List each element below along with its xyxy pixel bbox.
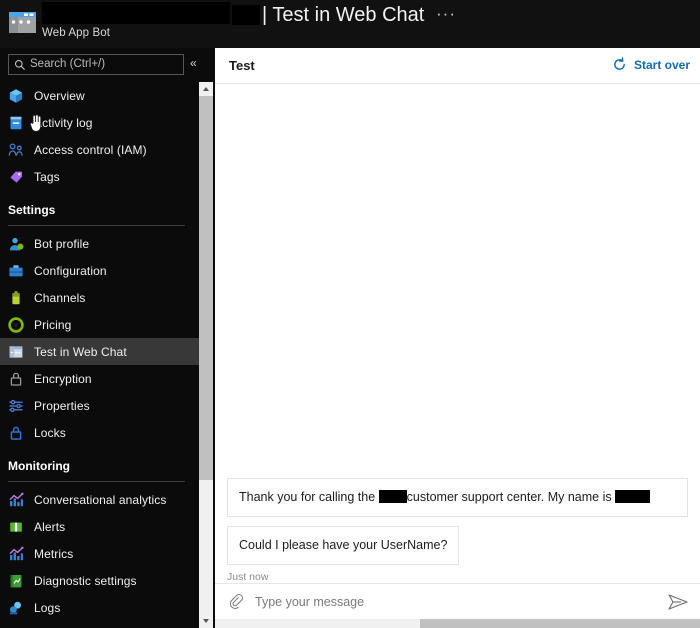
- page-title: | Test in Web Chat: [262, 4, 424, 27]
- message-timestamp: Just now: [227, 571, 269, 583]
- sidebar-item-label: Encryption: [34, 371, 92, 386]
- sidebar-group-label: Settings: [8, 203, 56, 217]
- sidebar-item-label: Tags: [34, 169, 60, 184]
- panel-title: Test: [229, 58, 255, 73]
- chat-message-bubble: Thank you for calling the customer suppo…: [227, 478, 688, 517]
- sidebar-item-label: Overview: [34, 88, 85, 103]
- sidebar-item-label: Alerts: [34, 519, 66, 534]
- message-text: Could I please have your UserName?: [239, 538, 448, 552]
- sidebar-nav-list: Overview Activity log Access control (IA…: [0, 82, 199, 628]
- sidebar-divider: [8, 225, 185, 226]
- sidebar-group-label: Monitoring: [8, 459, 70, 473]
- chat-message-bubble: Could I please have your UserName?: [227, 526, 460, 565]
- sidebar-item-label: Logs: [34, 600, 61, 615]
- sidebar-item-label: Test in Web Chat: [34, 344, 127, 359]
- search-input[interactable]: Search (Ctrl+/): [8, 54, 184, 75]
- diagnostic-settings-icon: [8, 573, 24, 589]
- search-icon: [14, 59, 25, 70]
- sidebar-item-logs[interactable]: Logs: [0, 594, 199, 621]
- sidebar-item-conversational-analytics[interactable]: Conversational analytics: [0, 486, 199, 513]
- sidebar-item-label: Bot profile: [34, 236, 90, 251]
- metrics-icon: [8, 546, 24, 562]
- sidebar-item-locks[interactable]: Locks: [0, 419, 199, 446]
- bot-profile-icon: [8, 236, 24, 252]
- refresh-icon: [614, 57, 625, 70]
- tags-icon: [8, 169, 24, 185]
- sidebar-scrollbar[interactable]: [199, 82, 213, 628]
- send-icon[interactable]: [668, 594, 688, 610]
- mouse-cursor-hand-icon: [29, 114, 42, 132]
- message-list: Thank you for calling the customer suppo…: [215, 478, 700, 591]
- properties-sliders-icon: [8, 398, 24, 414]
- alerts-icon: [8, 519, 24, 535]
- sidebar-item-bot-profile[interactable]: Bot profile: [0, 230, 199, 257]
- message-input[interactable]: [255, 595, 668, 609]
- locks-icon: [8, 425, 24, 441]
- sidebar-item-tags[interactable]: Tags: [0, 163, 199, 190]
- sidebar-item-label: Properties: [34, 398, 90, 413]
- sidebar-item-label: Diagnostic settings: [34, 573, 137, 588]
- left-sidebar: Search (Ctrl+/) « Overview Activity log …: [0, 48, 213, 628]
- sidebar-item-access-control-iam[interactable]: Access control (IAM): [0, 136, 199, 163]
- sidebar-item-properties[interactable]: Properties: [0, 392, 199, 419]
- sidebar-item-label: Locks: [34, 425, 66, 440]
- test-in-web-chat-icon: [8, 344, 24, 360]
- panel-header: Test Start over: [215, 48, 700, 84]
- access-control-icon: [8, 142, 24, 158]
- web-app-bot-resource-icon: [9, 12, 36, 33]
- sidebar-item-pricing[interactable]: Pricing: [0, 311, 199, 338]
- start-over-button[interactable]: Start over: [612, 57, 690, 72]
- sidebar-item-label: Pricing: [34, 317, 72, 332]
- sidebar-item-overview[interactable]: Overview: [0, 82, 199, 109]
- redacted-text-block: [378, 490, 407, 503]
- sidebar-item-label: Metrics: [34, 546, 74, 561]
- pricing-icon: [8, 316, 24, 333]
- sidebar-item-test-in-web-chat[interactable]: Test in Web Chat: [0, 338, 199, 365]
- sidebar-item-label: Configuration: [34, 263, 107, 278]
- sidebar-item-alerts[interactable]: Alerts: [0, 513, 199, 540]
- collapse-sidebar-button[interactable]: «: [190, 56, 197, 70]
- sidebar-group-settings: Settings: [0, 190, 199, 220]
- message-text: Thank you for calling the: [239, 490, 379, 504]
- sidebar-group-automation: Automation: [0, 621, 199, 628]
- channels-icon: [8, 290, 24, 306]
- configuration-icon: [8, 263, 24, 279]
- chat-transcript: Thank you for calling the customer suppo…: [215, 85, 700, 591]
- activity-log-icon: [8, 115, 24, 131]
- sidebar-item-label: Channels: [34, 290, 86, 305]
- sidebar-divider: [8, 481, 185, 482]
- horizontal-scrollbar-thumb[interactable]: [420, 619, 700, 628]
- sidebar-item-diagnostic-settings[interactable]: Diagnostic settings: [0, 567, 199, 594]
- scroll-up-button[interactable]: [199, 82, 213, 96]
- sidebar-group-monitoring: Monitoring: [0, 446, 199, 476]
- encryption-lock-icon: [8, 371, 24, 387]
- message-text: customer support center. My name is: [406, 490, 616, 504]
- page-title-redacted: [232, 5, 260, 25]
- logs-icon: [8, 600, 24, 616]
- sidebar-item-metrics[interactable]: Metrics: [0, 540, 199, 567]
- paperclip-icon[interactable]: [228, 593, 244, 611]
- scrollbar-thumb[interactable]: [199, 96, 213, 480]
- start-over-label: Start over: [633, 57, 690, 72]
- message-composer: [215, 583, 700, 620]
- chat-horizontal-scrollbar[interactable]: [215, 619, 700, 628]
- title-separator: |: [262, 4, 268, 26]
- title-label: Test in Web Chat: [272, 4, 425, 26]
- sidebar-item-label: Access control (IAM): [34, 142, 147, 157]
- scroll-down-button[interactable]: [199, 614, 213, 628]
- sidebar-item-configuration[interactable]: Configuration: [0, 257, 199, 284]
- sidebar-search-row: Search (Ctrl+/) «: [0, 48, 213, 82]
- search-placeholder: Search (Ctrl+/): [30, 58, 106, 70]
- resource-name-redacted: [42, 2, 230, 24]
- more-menu-button[interactable]: ···: [436, 5, 456, 22]
- redacted-text-block: [615, 490, 651, 503]
- resource-type-label: Web App Bot: [42, 27, 111, 39]
- sidebar-item-label: Conversational analytics: [34, 492, 167, 507]
- sidebar-item-encryption[interactable]: Encryption: [0, 365, 199, 392]
- top-bar: Web App Bot | Test in Web Chat ···: [0, 0, 700, 48]
- sidebar-item-channels[interactable]: Channels: [0, 284, 199, 311]
- web-chat-panel: Test Start over Thank you for calling th…: [215, 48, 700, 628]
- overview-cube-icon: [8, 88, 24, 104]
- conversational-analytics-icon: [8, 492, 24, 508]
